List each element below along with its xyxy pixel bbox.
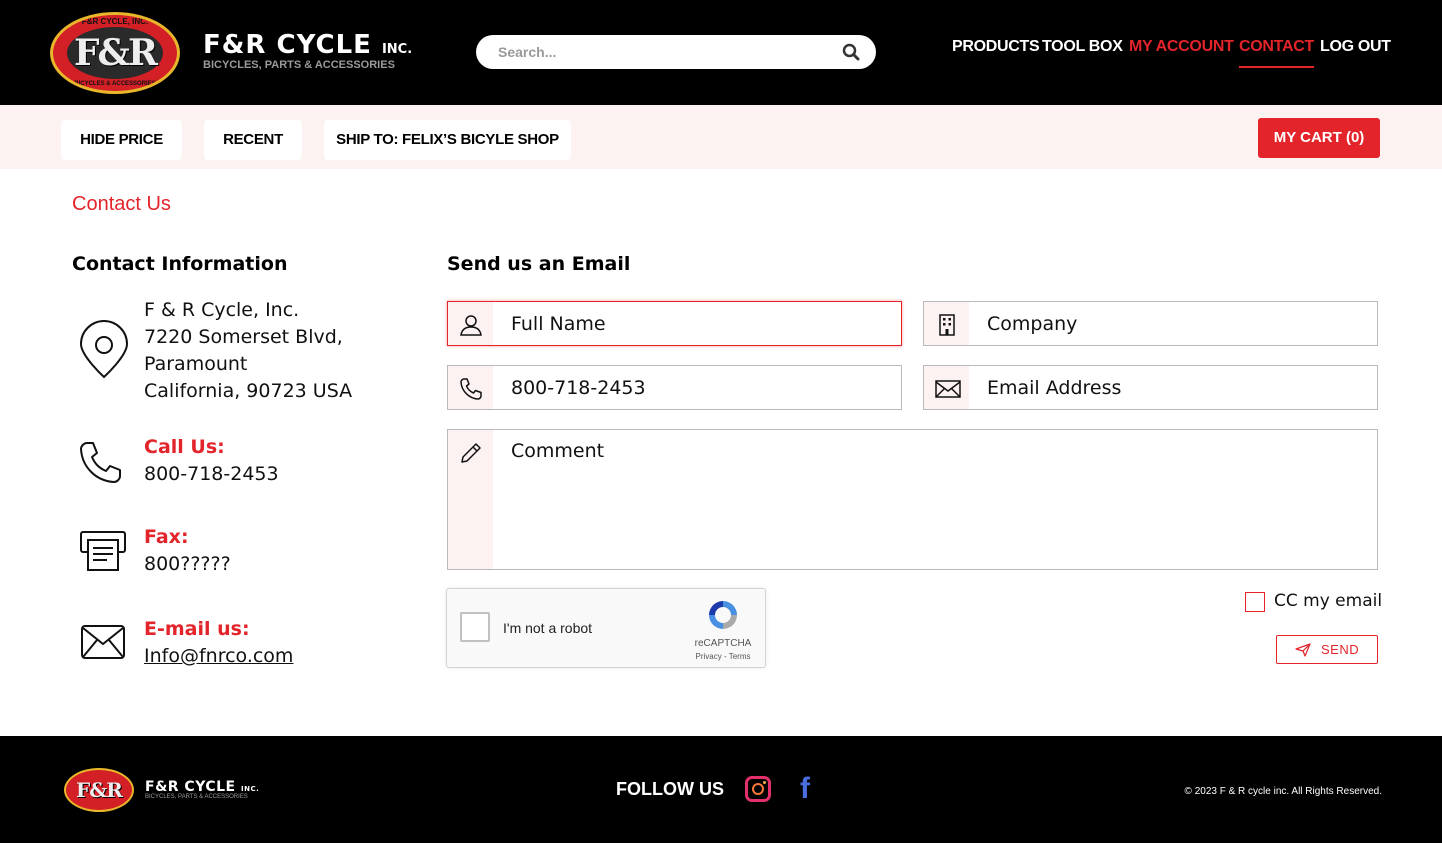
recaptcha-widget: I'm not a robot reCAPTCHA Privacy - Term… bbox=[446, 588, 766, 668]
my-cart-button[interactable]: MY CART (0) bbox=[1258, 118, 1380, 158]
brand-logo[interactable]: F&R CYCLE, INC. F&R BICYCLES & ACCESSORI… bbox=[50, 12, 180, 94]
nav-toolbox[interactable]: TOOL BOX bbox=[1042, 38, 1123, 68]
instagram-icon[interactable] bbox=[745, 776, 771, 802]
mail-icon bbox=[935, 380, 961, 398]
footer-wordmark-text: F&R CYCLE bbox=[145, 779, 236, 795]
logo-ring-bottom-text: BICYCLES & ACCESSORIES bbox=[74, 81, 156, 87]
recaptcha-label: I'm not a robot bbox=[503, 620, 593, 636]
fax-icon bbox=[80, 531, 126, 571]
field-icon-box bbox=[448, 302, 493, 345]
nav-log-out[interactable]: LOG OUT bbox=[1320, 38, 1391, 68]
footer-wordmark: F&R CYCLE INC. bbox=[145, 779, 259, 795]
action-bar: HIDE PRICE RECENT SHIP TO: FELIX’S BICYL… bbox=[0, 105, 1442, 169]
address-line: F & R Cycle, Inc. bbox=[144, 299, 300, 321]
ship-to-button[interactable]: SHIP TO: FELIX’S BICYLE SHOP bbox=[324, 120, 571, 160]
breadcrumb[interactable]: Contact Us bbox=[72, 193, 171, 216]
comment-textarea[interactable] bbox=[511, 440, 1371, 560]
copyright-text: © 2023 F & R cycle inc. All Rights Reser… bbox=[1184, 786, 1382, 797]
fax-label: Fax: bbox=[144, 526, 189, 548]
search-input[interactable] bbox=[498, 35, 838, 69]
logo-ring-top-text: F&R CYCLE, INC. bbox=[81, 17, 149, 26]
address-line: Paramount bbox=[144, 353, 248, 375]
send-label: SEND bbox=[1321, 642, 1360, 657]
brand-tagline: BICYCLES, PARTS & ACCESSORIES bbox=[203, 59, 395, 71]
nav-my-account[interactable]: MY ACCOUNT bbox=[1129, 38, 1234, 68]
comment-field bbox=[447, 429, 1378, 570]
site-footer: F&R F&R CYCLE INC. BICYCLES, PARTS & ACC… bbox=[0, 736, 1442, 843]
search-bar bbox=[476, 35, 876, 69]
full-name-input[interactable] bbox=[511, 302, 891, 345]
email-field bbox=[923, 365, 1378, 410]
recent-button[interactable]: RECENT bbox=[204, 120, 302, 160]
facebook-icon[interactable]: f bbox=[800, 774, 810, 804]
mail-icon bbox=[81, 625, 125, 659]
recaptcha-logo-icon bbox=[709, 601, 737, 629]
call-block: Call Us: 800-718-2453 bbox=[144, 434, 279, 488]
email-block: E-mail us: Info@fnrco.com bbox=[144, 616, 293, 670]
full-name-field bbox=[447, 301, 902, 346]
site-header: F&R CYCLE, INC. F&R BICYCLES & ACCESSORI… bbox=[0, 0, 1442, 105]
email-input[interactable] bbox=[987, 366, 1367, 409]
phone-icon bbox=[80, 442, 121, 483]
call-label: Call Us: bbox=[144, 436, 225, 458]
phone-input[interactable] bbox=[511, 366, 891, 409]
email-label: E-mail us: bbox=[144, 618, 250, 640]
recaptcha-terms[interactable]: Privacy - Terms bbox=[681, 652, 765, 661]
fax-value: 800????? bbox=[144, 553, 231, 575]
company-field bbox=[923, 301, 1378, 346]
fax-block: Fax: 800????? bbox=[144, 524, 231, 578]
field-icon-box bbox=[448, 366, 493, 409]
send-icon bbox=[1295, 643, 1311, 657]
nav-products[interactable]: PRODUCTS bbox=[952, 38, 1040, 68]
field-icon-box bbox=[448, 430, 493, 569]
email-form-heading: Send us an Email bbox=[447, 253, 631, 275]
footer-tagline: BICYCLES, PARTS & ACCESSORIES bbox=[145, 794, 248, 800]
recaptcha-checkbox[interactable] bbox=[460, 612, 490, 642]
email-link[interactable]: Info@fnrco.com bbox=[144, 643, 293, 670]
call-value[interactable]: 800-718-2453 bbox=[144, 461, 279, 488]
cc-email-label[interactable]: CC my email bbox=[1274, 591, 1382, 611]
pencil-icon bbox=[461, 443, 481, 463]
brand-wordmark-suffix: INC. bbox=[381, 42, 413, 57]
search-icon[interactable] bbox=[842, 43, 860, 61]
address-block: F & R Cycle, Inc. 7220 Somerset Blvd, Pa… bbox=[144, 297, 352, 405]
phone-icon bbox=[460, 378, 482, 400]
recaptcha-brand: reCAPTCHA bbox=[694, 638, 752, 649]
user-icon bbox=[460, 315, 482, 336]
phone-field bbox=[447, 365, 902, 410]
brand-wordmark-text: F&R CYCLE bbox=[203, 30, 372, 60]
follow-us-label: FOLLOW US bbox=[616, 779, 724, 799]
hide-price-button[interactable]: HIDE PRICE bbox=[61, 120, 182, 160]
address-line: 7220 Somerset Blvd, bbox=[144, 326, 343, 348]
footer-logo-monogram: F&R bbox=[76, 778, 123, 802]
address-line: California, 90723 USA bbox=[144, 380, 353, 402]
send-button[interactable]: SEND bbox=[1276, 635, 1378, 664]
field-icon-box bbox=[924, 366, 969, 409]
logo-monogram: F&R bbox=[74, 32, 158, 74]
nav-contact[interactable]: CONTACT bbox=[1239, 38, 1314, 68]
cc-email-checkbox[interactable] bbox=[1245, 592, 1265, 612]
contact-info-heading: Contact Information bbox=[72, 253, 288, 275]
footer-logo[interactable]: F&R bbox=[64, 768, 134, 812]
field-icon-box bbox=[924, 302, 969, 345]
building-icon bbox=[939, 314, 955, 336]
location-pin-icon bbox=[79, 320, 129, 379]
footer-wordmark-suffix: INC. bbox=[240, 785, 260, 793]
company-input[interactable] bbox=[987, 302, 1367, 345]
